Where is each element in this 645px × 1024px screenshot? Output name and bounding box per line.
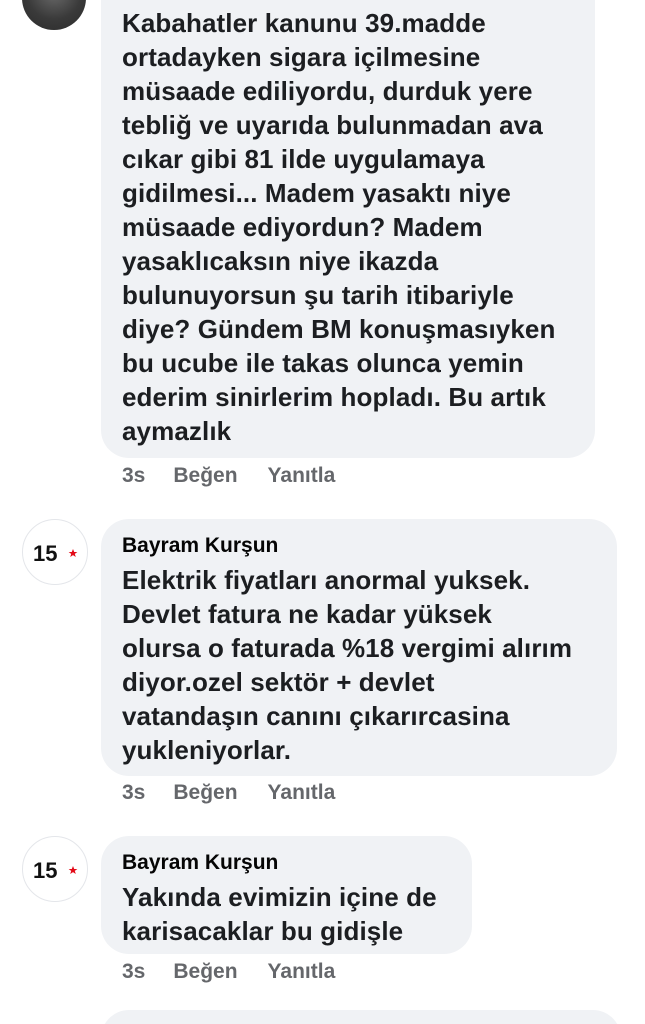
like-button[interactable]: Beğen	[173, 960, 237, 984]
crescent-star-logo-icon: 15	[33, 541, 78, 566]
reply-button[interactable]: Yanıtla	[268, 960, 336, 984]
comment-bubble: Bayram Kurşun Elektrik fiyatları anormal…	[101, 519, 617, 776]
avatar[interactable]: 15	[22, 836, 88, 902]
comment-timestamp[interactable]: 3s	[122, 464, 145, 488]
like-button[interactable]: Beğen	[173, 781, 237, 805]
like-button[interactable]: Beğen	[173, 464, 237, 488]
comment-text: Kabahatler kanunu 39.madde ortadayken si…	[122, 8, 556, 446]
comment-timestamp[interactable]: 3s	[122, 960, 145, 984]
avatar[interactable]: 15	[22, 519, 88, 585]
comment-text: Elektrik fiyatları anormal yuksek. Devle…	[122, 565, 573, 765]
comment-author[interactable]: Bayram Kurşun	[122, 533, 595, 559]
comments-thread: Kabahatler kanunu 39.madde ortadayken si…	[0, 0, 645, 1024]
comment-actions: 3s Beğen Yanıtla	[122, 960, 335, 984]
svg-text:15: 15	[33, 858, 57, 883]
comment-timestamp[interactable]: 3s	[122, 781, 145, 805]
comment-bubble: Bayram Kurşun Yakında evimizin içine de …	[101, 836, 472, 954]
crescent-star-logo-icon: 15	[33, 858, 78, 883]
comment-text: Yakında evimizin içine de karisacaklar b…	[122, 882, 437, 946]
reply-button[interactable]: Yanıtla	[268, 464, 336, 488]
comment-actions: 3s Beğen Yanıtla	[122, 781, 335, 805]
reply-button[interactable]: Yanıtla	[268, 781, 336, 805]
svg-text:15: 15	[33, 541, 57, 566]
avatar[interactable]	[22, 0, 86, 30]
comment-bubble: Kabahatler kanunu 39.madde ortadayken si…	[101, 0, 595, 458]
comment-bubble	[101, 1010, 621, 1024]
comment-actions: 3s Beğen Yanıtla	[122, 464, 335, 488]
comment-author[interactable]: Bayram Kurşun	[122, 850, 450, 876]
